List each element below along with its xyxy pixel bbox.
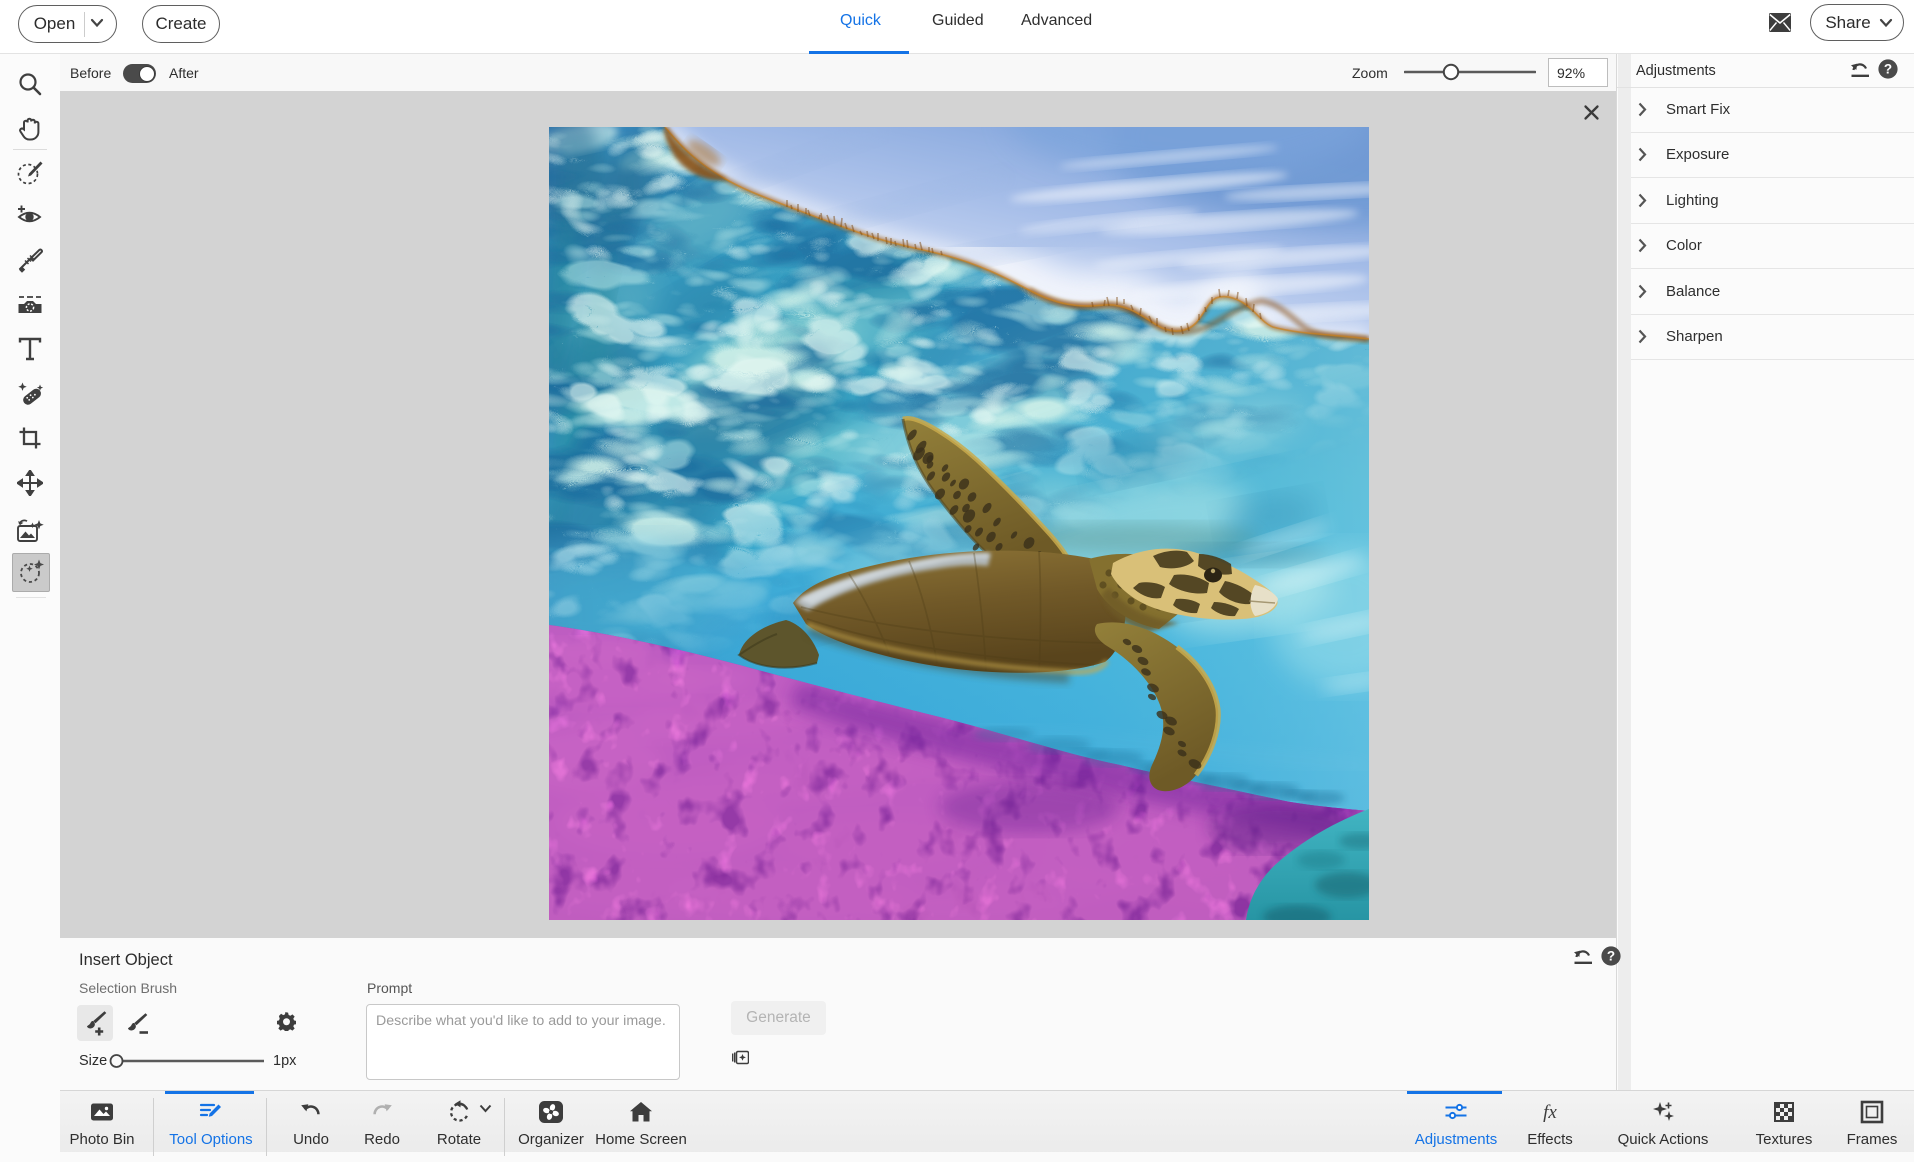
svg-text:?: ?	[1607, 949, 1615, 964]
svg-text:?: ?	[1884, 62, 1892, 77]
svg-text:fx: fx	[1543, 1102, 1557, 1123]
